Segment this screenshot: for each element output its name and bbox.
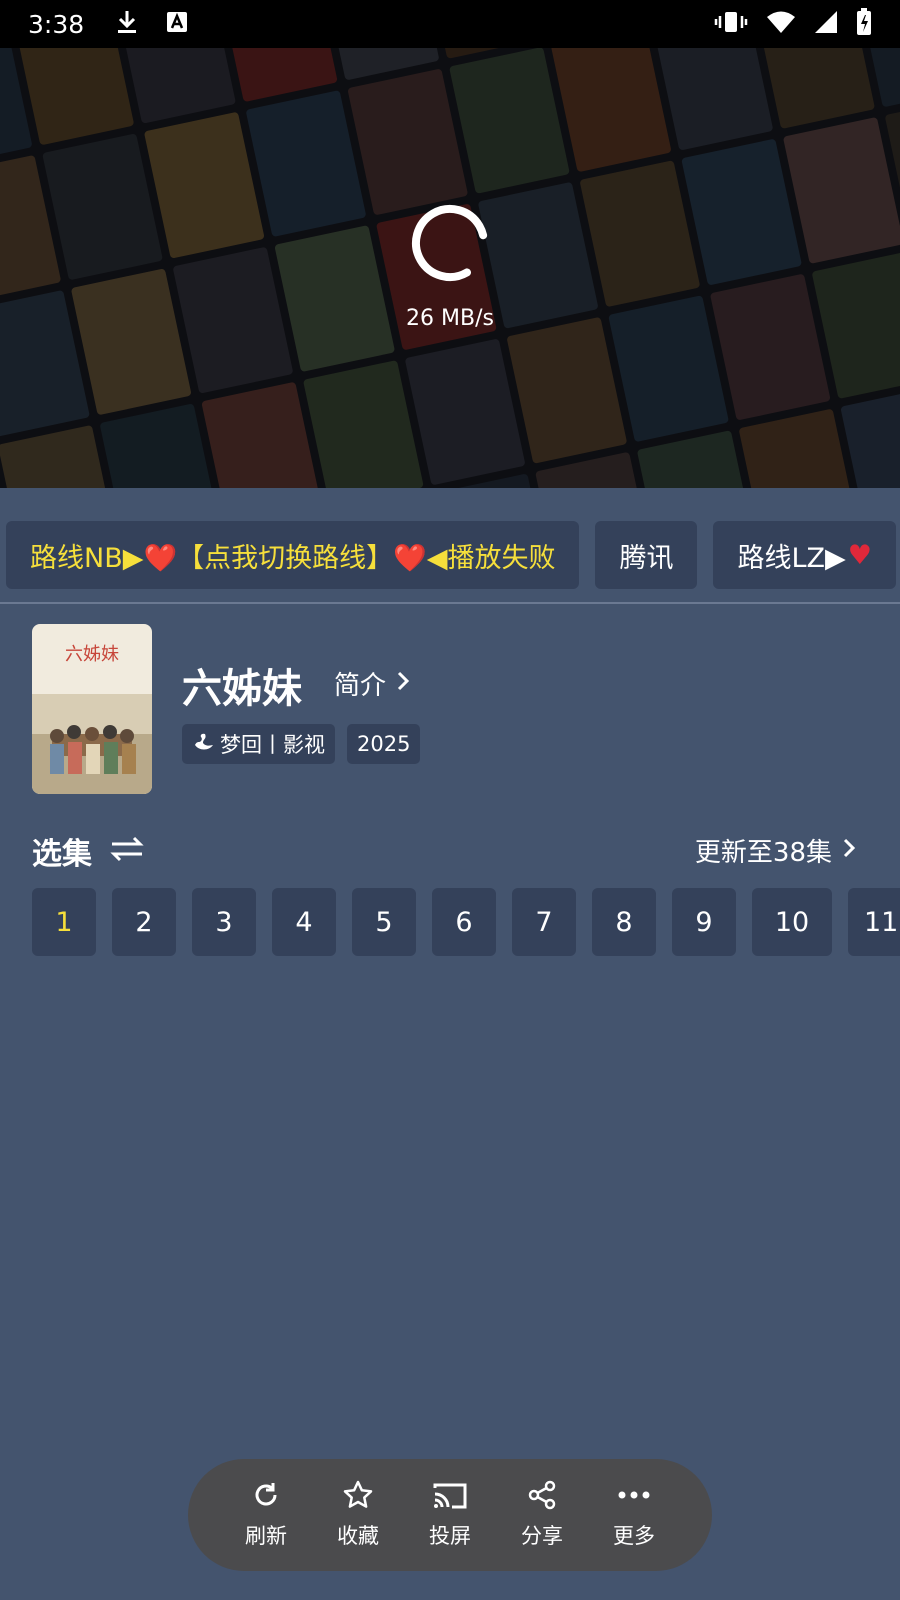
route-chip-nb[interactable]: 路线NB▶❤️【点我切换路线】❤️◀播放失败	[6, 521, 580, 589]
signal-icon	[814, 10, 838, 38]
cast-label: 投屏	[429, 1524, 471, 1548]
source-tag: 梦回丨影视	[182, 724, 335, 764]
episode-button[interactable]: 2	[112, 888, 176, 956]
cast-button[interactable]: 投屏	[426, 1480, 474, 1550]
share-button[interactable]: 分享	[518, 1480, 566, 1550]
more-icon	[617, 1480, 651, 1514]
episode-button[interactable]: 7	[512, 888, 576, 956]
episode-button[interactable]: 8	[592, 888, 656, 956]
refresh-label: 刷新	[245, 1524, 287, 1548]
battery-icon	[856, 8, 872, 40]
download-icon	[116, 9, 138, 39]
vibrate-icon	[714, 10, 748, 38]
source-tag-label: 梦回丨影视	[220, 733, 325, 757]
more-label: 更多	[613, 1524, 655, 1548]
video-player[interactable]: 26 MB/s	[0, 48, 900, 488]
year-tag: 2025	[347, 724, 421, 764]
divider	[0, 602, 900, 604]
share-label: 分享	[521, 1524, 563, 1548]
episode-button[interactable]: 10	[752, 888, 832, 956]
episode-button[interactable]: 5	[352, 888, 416, 956]
cover-image[interactable]: 六姊妹	[32, 624, 152, 794]
route-chip-lz[interactable]: 路线LZ▶ ♥	[713, 521, 897, 589]
status-bar: 3:38	[0, 0, 900, 48]
download-speed: 26 MB/s	[406, 306, 494, 331]
drama-title: 六姊妹	[182, 666, 302, 712]
episode-section-title: 选集	[32, 837, 92, 872]
heart-icon: ♥	[847, 539, 873, 571]
refresh-icon	[251, 1480, 281, 1514]
episode-button[interactable]: 3	[192, 888, 256, 956]
font-icon	[166, 11, 188, 37]
episode-update-link[interactable]: 更新至38集	[695, 832, 856, 869]
more-button[interactable]: 更多	[610, 1480, 658, 1550]
sort-swap-icon[interactable]	[110, 835, 144, 867]
route-chip-tencent[interactable]: 腾讯	[595, 521, 698, 589]
route-selector: 路线NB▶❤️【点我切换路线】❤️◀播放失败 腾讯 路线LZ▶ ♥	[6, 521, 897, 589]
wifi-icon	[766, 10, 796, 38]
episode-header: 选集	[32, 829, 144, 873]
action-bar: 刷新 收藏 投屏 分享 更多	[188, 1459, 712, 1571]
favorite-label: 收藏	[337, 1524, 379, 1548]
loading-spinner-icon	[412, 205, 489, 281]
chevron-right-icon	[396, 669, 410, 699]
episode-button[interactable]: 11	[848, 888, 900, 956]
refresh-button[interactable]: 刷新	[242, 1480, 290, 1550]
intro-label: 简介	[334, 671, 387, 701]
episode-button[interactable]: 9	[672, 888, 736, 956]
cast-icon	[432, 1480, 468, 1514]
intro-link[interactable]: 简介	[334, 665, 410, 702]
episode-button[interactable]: 1	[32, 888, 96, 956]
cover-title: 六姊妹	[65, 644, 119, 665]
swan-icon	[192, 731, 216, 758]
status-time: 3:38	[28, 9, 85, 39]
episode-update-label: 更新至38集	[694, 838, 832, 868]
tag-list: 梦回丨影视 2025	[182, 724, 421, 764]
episode-button[interactable]: 4	[272, 888, 336, 956]
episode-list: 1 2 3 4 5 6 7 8 9 10 11	[32, 888, 900, 956]
star-icon	[343, 1480, 373, 1514]
route-chip-label: 路线LZ▶	[737, 542, 846, 574]
share-icon	[527, 1480, 557, 1514]
favorite-button[interactable]: 收藏	[334, 1480, 382, 1550]
episode-button[interactable]: 6	[432, 888, 496, 956]
chevron-right-icon	[842, 836, 856, 866]
